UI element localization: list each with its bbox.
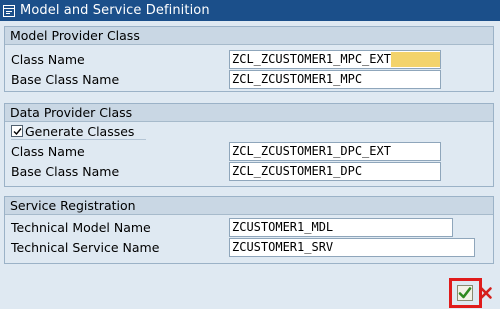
data-provider-header: Data Provider Class bbox=[5, 104, 493, 122]
mpc-class-name-value: ZCL_ZCUSTOMER1_MPC_EXT bbox=[232, 52, 391, 66]
generate-classes-checkbox[interactable] bbox=[11, 125, 23, 137]
model-name-field[interactable]: ZCUSTOMER1_MDL bbox=[229, 218, 453, 237]
dialog-content: Model Provider Class Class Name ZCL_ZCUS… bbox=[0, 21, 500, 309]
dpc-base-class-label: Base Class Name bbox=[11, 164, 120, 179]
mpc-base-class-label: Base Class Name bbox=[11, 72, 120, 87]
title-bar: Model and Service Definition bbox=[0, 0, 500, 21]
generate-classes-row[interactable]: Generate Classes bbox=[11, 123, 147, 140]
model-provider-group: Model Provider Class Class Name ZCL_ZCUS… bbox=[4, 26, 494, 92]
window-title: Model and Service Definition bbox=[20, 3, 210, 18]
data-provider-group: Data Provider Class Generate Classes Cla… bbox=[4, 103, 494, 187]
model-provider-header: Model Provider Class bbox=[5, 27, 493, 45]
mpc-class-name-field[interactable]: ZCL_ZCUSTOMER1_MPC_EXT bbox=[229, 50, 441, 69]
mpc-class-name-row: Class Name ZCL_ZCUSTOMER1_MPC_EXT bbox=[5, 50, 493, 70]
dpc-class-name-field[interactable]: ZCL_ZCUSTOMER1_DPC_EXT bbox=[229, 142, 441, 161]
service-registration-header: Service Registration bbox=[5, 197, 493, 215]
service-name-label: Technical Service Name bbox=[11, 240, 160, 255]
service-name-field[interactable]: ZCUSTOMER1_SRV bbox=[229, 238, 475, 257]
field-cursor bbox=[390, 52, 440, 67]
cancel-button[interactable] bbox=[479, 285, 493, 301]
generate-classes-label: Generate Classes bbox=[25, 123, 135, 139]
window-icon[interactable] bbox=[3, 4, 15, 17]
model-name-label: Technical Model Name bbox=[11, 220, 151, 235]
confirm-button[interactable] bbox=[457, 285, 473, 301]
mpc-base-class-field[interactable]: ZCL_ZCUSTOMER1_MPC bbox=[229, 70, 441, 89]
checkmark-icon bbox=[457, 285, 473, 301]
mpc-base-class-row: Base Class Name ZCL_ZCUSTOMER1_MPC bbox=[5, 70, 493, 90]
dialog-footer bbox=[0, 279, 500, 309]
dpc-class-name-row: Class Name ZCL_ZCUSTOMER1_DPC_EXT bbox=[5, 142, 493, 162]
mpc-class-name-label: Class Name bbox=[11, 52, 85, 67]
service-registration-group: Service Registration Technical Model Nam… bbox=[4, 196, 494, 264]
dpc-base-class-row: Base Class Name ZCL_ZCUSTOMER1_DPC bbox=[5, 162, 493, 182]
model-name-row: Technical Model Name ZCUSTOMER1_MDL bbox=[5, 218, 493, 238]
cancel-x-icon bbox=[480, 287, 492, 299]
checkbox-check-icon bbox=[13, 127, 22, 135]
service-name-row: Technical Service Name ZCUSTOMER1_SRV bbox=[5, 238, 493, 258]
dpc-class-name-label: Class Name bbox=[11, 144, 85, 159]
dpc-base-class-field[interactable]: ZCL_ZCUSTOMER1_DPC bbox=[229, 162, 441, 181]
